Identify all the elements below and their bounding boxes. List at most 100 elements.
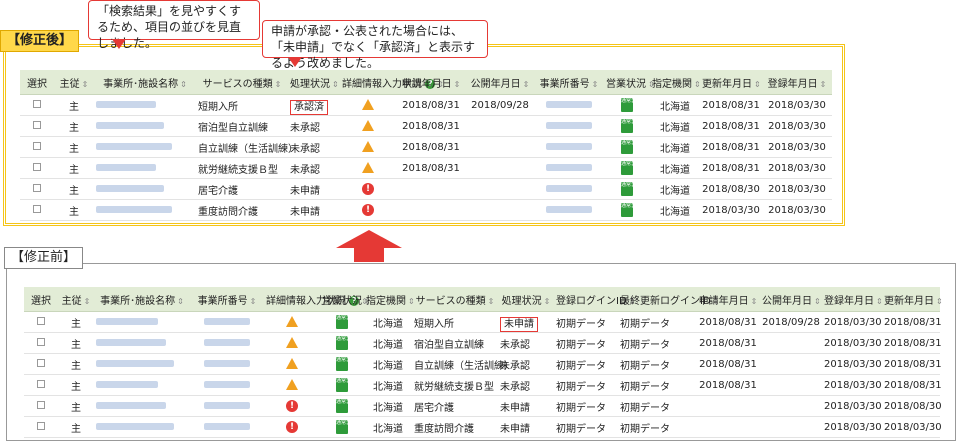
- sort-icon[interactable]: ⇕: [275, 80, 282, 89]
- before-header-10[interactable]: 最終更新ログインID⇕: [618, 287, 719, 312]
- sort-icon[interactable]: ⇕: [694, 80, 701, 89]
- after-header-1[interactable]: 主従 ⇕: [54, 70, 94, 95]
- sort-icon[interactable]: ⇕: [250, 297, 257, 306]
- row-checkbox[interactable]: [37, 400, 45, 409]
- facility-name-cell[interactable]: [94, 353, 190, 375]
- select-cell[interactable]: [20, 199, 54, 221]
- before-header-11[interactable]: 申請年月日 ⇕: [696, 287, 760, 312]
- before-header-8[interactable]: 処理状況 ⇕: [498, 287, 554, 312]
- after-header-9[interactable]: 営業状況⇕: [604, 70, 655, 95]
- office-number-cell[interactable]: [190, 353, 264, 375]
- after-header-10[interactable]: 指定機関 ⇕: [650, 70, 701, 95]
- office-number-cell[interactable]: [190, 416, 264, 438]
- sort-icon[interactable]: ⇕: [814, 297, 821, 306]
- row-checkbox[interactable]: [33, 162, 41, 171]
- table-row[interactable]: 主通常営業 北海道 短期入所 未申請 初期データ 初期データ 2018/08/31 2018/…: [24, 311, 942, 333]
- after-header-8[interactable]: 事業所番号 ⇕: [534, 70, 604, 95]
- facility-name-cell[interactable]: [94, 332, 190, 354]
- table-row[interactable]: 主 短期入所 承認済 2018/08/31 2018/09/28 通常営業 北海道 2018/…: [20, 94, 832, 116]
- after-header-6[interactable]: 申請年月日 ⇕: [396, 70, 466, 95]
- table-row[interactable]: 主 宿泊型自立訓練 未承認 2018/08/31 通常営業 北海道 2018/08/31 20…: [20, 115, 832, 137]
- row-checkbox[interactable]: [37, 337, 45, 346]
- before-header-13[interactable]: 登録年月日 ⇕: [822, 287, 883, 312]
- office-number-cell[interactable]: [534, 157, 604, 179]
- before-header-4[interactable]: 詳細情報入力状況 ?⇕: [264, 287, 368, 312]
- before-header-12[interactable]: 公開年月日 ⇕: [760, 287, 822, 312]
- sort-icon[interactable]: ⇕: [82, 80, 89, 89]
- after-header-12[interactable]: 登録年月日 ⇕: [762, 70, 832, 95]
- sort-icon[interactable]: ⇕: [751, 297, 758, 306]
- after-header-4[interactable]: 処理状況 ⇕: [288, 70, 340, 95]
- before-header-7[interactable]: サービスの種類 ⇕: [412, 287, 498, 312]
- sort-icon[interactable]: ⇕: [84, 297, 91, 306]
- facility-name-cell[interactable]: [94, 374, 190, 396]
- facility-name-cell[interactable]: [94, 136, 196, 158]
- facility-name-cell[interactable]: [94, 416, 190, 438]
- office-number-cell[interactable]: [190, 311, 264, 333]
- sort-icon[interactable]: ⇕: [876, 297, 883, 306]
- row-checkbox[interactable]: [33, 183, 41, 192]
- table-row[interactable]: 主! 通常営業 北海道 居宅介護 未申請 初期データ 初期データ 2018/03/30 2018…: [24, 395, 942, 417]
- select-cell[interactable]: [20, 178, 54, 200]
- row-checkbox[interactable]: [37, 379, 45, 388]
- office-number-cell[interactable]: [534, 178, 604, 200]
- row-checkbox[interactable]: [37, 358, 45, 367]
- row-checkbox[interactable]: [33, 120, 41, 129]
- sort-icon[interactable]: ⇕: [592, 80, 599, 89]
- sort-icon[interactable]: ⇕: [332, 80, 339, 89]
- office-number-cell[interactable]: [190, 332, 264, 354]
- after-header-7[interactable]: 公開年月日 ⇕: [466, 70, 534, 95]
- before-header-1[interactable]: 主従 ⇕: [58, 287, 94, 312]
- select-cell[interactable]: [24, 311, 58, 333]
- table-row[interactable]: 主! 通常営業 北海道 重度訪問介護 未申請 初期データ 初期データ 2018/03/30 20…: [24, 416, 942, 438]
- office-number-cell[interactable]: [534, 136, 604, 158]
- row-checkbox[interactable]: [37, 316, 45, 325]
- after-header-11[interactable]: 更新年月日 ⇕: [700, 70, 762, 95]
- office-number-cell[interactable]: [534, 115, 604, 137]
- before-header-5[interactable]: 営業状況⇕: [320, 287, 371, 312]
- table-row[interactable]: 主 居宅介護 未申請! 通常営業 北海道 2018/08/30 2018/03/30: [20, 178, 832, 200]
- after-header-3[interactable]: サービスの種類 ⇕: [196, 70, 288, 95]
- row-checkbox[interactable]: [33, 99, 41, 108]
- select-cell[interactable]: [24, 395, 58, 417]
- sort-icon[interactable]: ⇕: [488, 297, 495, 306]
- select-cell[interactable]: [24, 374, 58, 396]
- table-row[interactable]: 主通常営業 北海道 宿泊型自立訓練 未承認 初期データ 初期データ 2018/08/31 20…: [24, 332, 942, 354]
- before-header-3[interactable]: 事業所番号 ⇕: [190, 287, 264, 312]
- office-number-cell[interactable]: [190, 395, 264, 417]
- facility-name-cell[interactable]: [94, 115, 196, 137]
- table-row[interactable]: 主 通常営業 北海道 自立訓練（生活訓練） 未承認 初期データ 初期データ 2018/08/3…: [24, 353, 942, 375]
- before-header-0[interactable]: 選択: [24, 287, 58, 312]
- office-number-cell[interactable]: [534, 94, 604, 116]
- select-cell[interactable]: [24, 416, 58, 438]
- sort-icon[interactable]: ⇕: [544, 297, 551, 306]
- sort-icon[interactable]: ⇕: [754, 80, 761, 89]
- sort-icon[interactable]: ⇕: [820, 80, 827, 89]
- sort-icon[interactable]: ⇕: [177, 297, 184, 306]
- facility-name-cell[interactable]: [94, 157, 196, 179]
- facility-name-cell[interactable]: [94, 395, 190, 417]
- table-row[interactable]: 主 重度訪問介護 未申請! 通常営業 北海道 2018/03/30 2018/03/30: [20, 199, 832, 221]
- facility-name-cell[interactable]: [94, 178, 196, 200]
- row-checkbox[interactable]: [33, 141, 41, 150]
- row-checkbox[interactable]: [37, 421, 45, 430]
- select-cell[interactable]: [20, 136, 54, 158]
- sort-icon[interactable]: ⇕: [454, 80, 461, 89]
- sort-icon[interactable]: ⇕: [523, 80, 530, 89]
- after-header-0[interactable]: 選択: [20, 70, 54, 95]
- facility-name-cell[interactable]: [94, 199, 196, 221]
- before-header-14[interactable]: 更新年月日 ⇕: [882, 287, 943, 312]
- table-row[interactable]: 主 自立訓練（生活訓練） 未承認 2018/08/31 通常営業 北海道 2018/08/3…: [20, 136, 832, 158]
- sort-icon[interactable]: ⇕: [408, 297, 415, 306]
- sort-icon[interactable]: ⇕: [936, 297, 943, 306]
- before-header-6[interactable]: 指定機関 ⇕: [364, 287, 415, 312]
- table-row[interactable]: 主 就労継続支援Ｂ型 未承認 2018/08/31 通常営業 北海道 2018/08/31 2…: [20, 157, 832, 179]
- sort-icon[interactable]: ⇕: [180, 80, 187, 89]
- after-header-2[interactable]: 事業所･施設名称 ⇕: [94, 70, 196, 95]
- select-cell[interactable]: [20, 115, 54, 137]
- select-cell[interactable]: [20, 157, 54, 179]
- before-header-9[interactable]: 登録ログインID⇕: [554, 287, 635, 312]
- before-header-2[interactable]: 事業所･施設名称 ⇕: [94, 287, 190, 312]
- facility-name-cell[interactable]: [94, 94, 196, 116]
- select-cell[interactable]: [24, 332, 58, 354]
